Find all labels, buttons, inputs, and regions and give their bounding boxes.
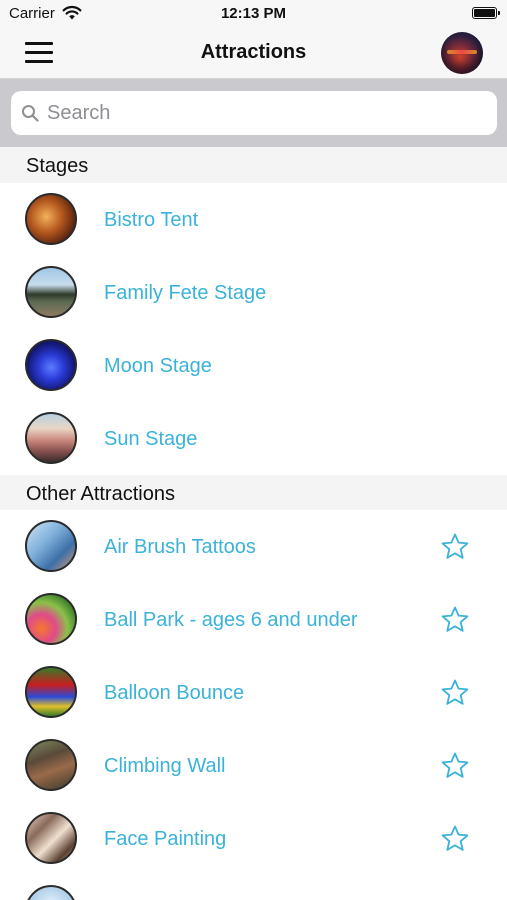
star-outline-icon[interactable] [440,605,470,635]
search-icon [22,105,39,122]
attraction-thumbnail [25,593,77,645]
attraction-name: Bistro Tent [104,209,199,231]
attraction-name: Air Brush Tattoos [104,536,256,558]
hamburger-menu-icon[interactable] [25,42,53,64]
section-title: Stages [26,155,89,177]
list-item-family-fete-stage[interactable]: Family Fete Stage [0,256,507,329]
attraction-thumbnail [25,885,77,900]
status-bar: Carrier 12:13 PM [0,0,507,28]
list-item-partial[interactable] [0,875,507,900]
section-header-stages: Stages [0,147,507,183]
list-item-bistro-tent[interactable]: Bistro Tent [0,183,507,256]
attraction-thumbnail [25,339,77,391]
search-input[interactable] [47,91,487,135]
profile-avatar[interactable] [441,32,483,74]
search-field-container[interactable] [11,91,497,135]
attraction-name: Family Fete Stage [104,282,267,304]
page-title: Attractions [200,41,307,63]
list-item-sun-stage[interactable]: Sun Stage [0,402,507,475]
status-time: 12:13 PM [220,5,287,22]
attraction-thumbnail [25,812,77,864]
list-item-ball-park[interactable]: Ball Park - ages 6 and under [0,583,507,656]
battery-icon [472,7,500,19]
navigation-bar: Attractions [0,28,507,79]
star-outline-icon[interactable] [440,678,470,708]
attraction-thumbnail [25,266,77,318]
section-header-other-attractions: Other Attractions [0,475,507,511]
list-item-air-brush-tattoos[interactable]: Air Brush Tattoos [0,510,507,583]
attraction-name: Face Painting [104,828,227,850]
attraction-thumbnail [25,520,77,572]
list-item-face-painting[interactable]: Face Painting [0,802,507,875]
star-outline-icon[interactable] [440,751,470,781]
attraction-thumbnail [25,412,77,464]
star-outline-icon[interactable] [440,532,470,562]
attraction-name: Ball Park - ages 6 and under [104,609,358,631]
list-item-moon-stage[interactable]: Moon Stage [0,329,507,402]
attraction-thumbnail [25,193,77,245]
attraction-name: Moon Stage [104,355,212,377]
section-title: Other Attractions [26,483,175,505]
attraction-thumbnail [25,666,77,718]
star-outline-icon[interactable] [440,824,470,854]
attraction-name: Climbing Wall [104,755,226,777]
list-item-balloon-bounce[interactable]: Balloon Bounce [0,656,507,729]
search-bar [0,79,507,147]
attraction-name: Sun Stage [104,428,198,450]
attraction-name: Balloon Bounce [104,682,245,704]
attraction-thumbnail [25,739,77,791]
list-item-climbing-wall[interactable]: Climbing Wall [0,729,507,802]
